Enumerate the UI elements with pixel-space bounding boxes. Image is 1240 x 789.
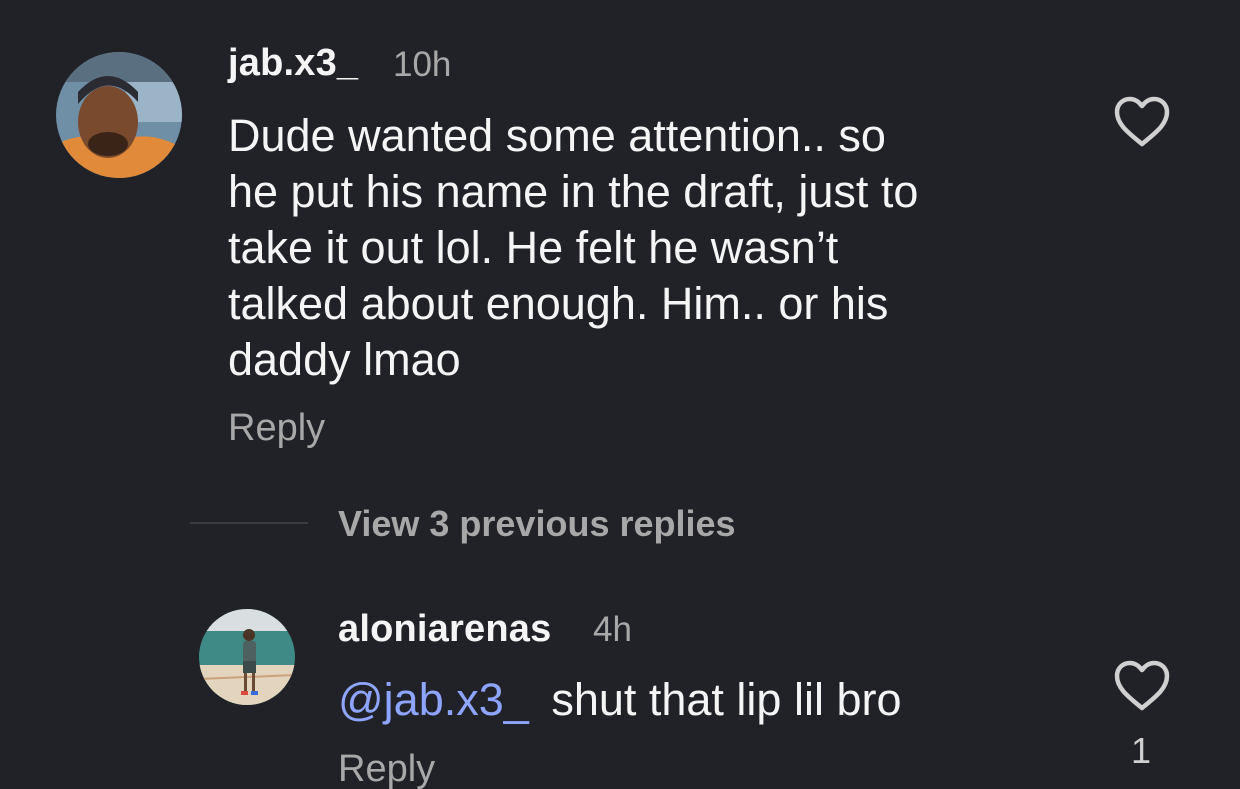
reply-username[interactable]: aloniarenas: [338, 608, 551, 651]
avatar-image: [199, 609, 295, 705]
comment-item: jab.x3_ 10h Dude wanted some attention..…: [0, 0, 1240, 470]
comment-text-line: talked about enough. Him.. or his: [228, 278, 889, 329]
like-button[interactable]: [1112, 660, 1172, 712]
comment-username[interactable]: jab.x3_: [228, 42, 358, 85]
like-button[interactable]: [1112, 96, 1172, 148]
comment-text-line: take it out lol. He felt he wasn’t: [228, 222, 839, 273]
heart-outline-icon: [1114, 660, 1170, 711]
reply-timestamp: 4h: [593, 610, 632, 649]
reply-text: @jab.x3_ shut that lip lil bro: [338, 672, 1098, 728]
view-previous-replies-button[interactable]: View 3 previous replies: [338, 503, 736, 545]
comment-timestamp: 10h: [393, 45, 452, 84]
avatar-image: [56, 52, 182, 178]
comments-screen: jab.x3_ 10h Dude wanted some attention..…: [0, 0, 1240, 789]
heart-outline-icon: [1114, 96, 1170, 147]
comment-text-line: he put his name in the draft, just to: [228, 166, 919, 217]
comment-text-line: daddy lmao: [228, 334, 461, 385]
reply-comment-item: aloniarenas 4h @jab.x3_ shut that lip li…: [0, 580, 1240, 789]
avatar[interactable]: [199, 609, 295, 705]
reply-button[interactable]: Reply: [228, 407, 325, 450]
reply-text-content: shut that lip lil bro: [551, 674, 902, 725]
reply-button[interactable]: Reply: [338, 748, 435, 789]
comment-text-line: Dude wanted some attention.. so: [228, 110, 886, 161]
thread-divider: [190, 522, 308, 524]
mention-link[interactable]: @jab.x3_: [338, 674, 529, 725]
avatar[interactable]: [56, 52, 182, 178]
like-count: 1: [1131, 730, 1152, 771]
comment-text: Dude wanted some attention.. so he put h…: [228, 108, 1088, 388]
